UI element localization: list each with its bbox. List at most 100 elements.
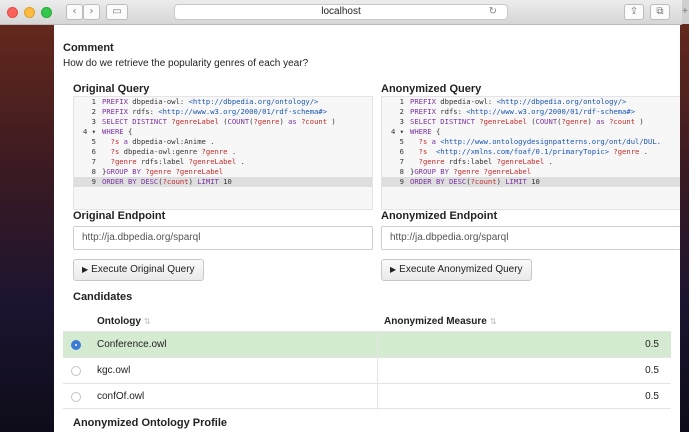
address-bar[interactable]: localhost ↻ [174, 4, 508, 20]
zoom-window-button[interactable] [41, 7, 52, 18]
sort-icon: ⇅ [143, 317, 151, 326]
line-number: 3 [91, 117, 96, 126]
url-text: localhost [321, 6, 361, 17]
line-number: 7 [399, 157, 404, 166]
code-token: WHERE [102, 127, 128, 136]
code-token: <http://xmlns.com/foaf/0.1/primaryTopic> [431, 147, 614, 156]
code-token: ) [327, 117, 336, 126]
page-content: Comment How do we retrieve the popularit… [54, 25, 680, 432]
column-divider [377, 358, 378, 384]
row-radio[interactable] [71, 340, 81, 350]
anonymized-endpoint-input[interactable]: http://ja.dbpedia.org/sparql [381, 226, 680, 250]
anonymized-query-editor[interactable]: 1 PREFIX dbpedia-owl: <http://dbpedia.org… [381, 96, 680, 210]
sidebar-icon[interactable]: ▭ [106, 4, 128, 20]
code-token: ?s [110, 137, 124, 146]
back-icon[interactable]: ‹ [66, 4, 83, 20]
code-line: 8}GROUP BY ?genre ?genreLabel [74, 167, 372, 177]
row-radio[interactable] [71, 366, 81, 376]
code-line: 7 ?genre rdfs:label ?genreLabel . [382, 157, 680, 167]
code-token: . [227, 147, 237, 156]
line-number: 6 [399, 147, 404, 156]
measure-cell: 0.5 [645, 339, 659, 350]
line-number: 9 [399, 177, 404, 186]
column-header-ontology-label: Ontology [97, 316, 141, 327]
comment-heading: Comment [63, 42, 114, 54]
code-token: as [288, 117, 302, 126]
line-number: 6 [91, 147, 96, 156]
code-token: { [127, 127, 133, 136]
close-window-button[interactable] [7, 7, 18, 18]
code-token: ?genre [561, 117, 588, 126]
code-token: a [431, 137, 441, 146]
table-row[interactable]: confOf.owl 0.5 [63, 383, 671, 410]
code-token: ORDER BY [102, 177, 141, 186]
code-token: ORDER BY [410, 177, 449, 186]
tabs-icon[interactable]: ⧉ [650, 4, 670, 20]
reload-icon[interactable]: ↻ [489, 5, 497, 19]
sort-icon: ⇅ [489, 317, 497, 326]
play-icon: ▶ [82, 265, 89, 274]
ontology-cell: confOf.owl [97, 391, 145, 402]
ontology-cell: Conference.owl [97, 339, 167, 350]
table-row[interactable]: kgc.owl 0.5 [63, 357, 671, 384]
line-number: 7 [91, 157, 96, 166]
code-token: <http://dbpedia.org/ontology/> [496, 97, 627, 106]
line-number: 2 [91, 107, 96, 116]
table-row[interactable]: Conference.owl 0.5 [63, 331, 671, 358]
code-token: . [544, 157, 553, 166]
code-token: ) [279, 117, 289, 126]
code-token: 10 [531, 177, 540, 186]
code-token: GROUP BY [106, 167, 146, 176]
line-number: 5 [91, 137, 96, 146]
forward-icon[interactable]: › [83, 4, 100, 20]
code-token: rdfs: [132, 107, 159, 116]
line-number: 1 [399, 97, 404, 106]
line-number: 8 [91, 167, 96, 176]
column-divider [377, 384, 378, 410]
code-token: ?count [301, 117, 328, 126]
table-bottom-divider [63, 408, 671, 409]
column-header-measure[interactable]: Anonymized Measure ⇅ [384, 316, 497, 327]
anonymized-query-title: Anonymized Query [381, 83, 482, 95]
line-number: 3 [399, 117, 404, 126]
code-token: ?genre [253, 117, 280, 126]
line-number: 1 [91, 97, 96, 106]
execute-anonymized-query-button[interactable]: ▶ Execute Anonymized Query [381, 259, 532, 281]
code-token: ) [188, 177, 198, 186]
code-token: LIMIT [197, 177, 224, 186]
code-token: as [596, 117, 610, 126]
share-icon[interactable]: ⇪ [624, 4, 644, 20]
code-line: 9 ORDER BY DESC(?count) LIMIT 10 [74, 177, 372, 187]
code-token: GROUP BY [414, 167, 454, 176]
code-token: . [639, 147, 649, 156]
code-token: <http://www.w3.org/2000/01/rdf-schema#> [158, 107, 328, 116]
new-tab-icon[interactable]: + [682, 0, 689, 24]
measure-cell: 0.5 [645, 365, 659, 376]
code-token: ?genre ?genreLabel [145, 167, 224, 176]
profile-title: Anonymized Ontology Profile [73, 417, 228, 429]
column-header-measure-label: Anonymized Measure [384, 316, 487, 327]
code-token: 10 [223, 177, 232, 186]
column-header-ontology[interactable]: Ontology ⇅ [97, 316, 151, 327]
execute-original-query-button[interactable]: ▶ Execute Original Query [73, 259, 204, 281]
code-line: 8}GROUP BY ?genre ?genreLabel [382, 167, 680, 177]
original-query-editor[interactable]: 1 PREFIX dbpedia-owl: <http://dbpedia.org… [73, 96, 373, 210]
code-token: dbpedia-owl: [440, 97, 497, 106]
line-number: 4 ▾ [391, 127, 404, 136]
code-token: COUNT [535, 117, 558, 126]
code-line: 1 PREFIX dbpedia-owl: <http://dbpedia.org… [74, 97, 372, 107]
browser-toolbar: ‹ › ▭ localhost ↻ ⇪ ⧉ + [0, 0, 689, 25]
code-token: ?count [609, 117, 636, 126]
code-token: ) [496, 177, 506, 186]
code-token: a [123, 137, 133, 146]
code-token: ?genreLabel [188, 157, 237, 166]
row-radio[interactable] [71, 392, 81, 402]
minimize-window-button[interactable] [24, 7, 35, 18]
anonymized-endpoint-title: Anonymized Endpoint [381, 210, 498, 222]
code-line: 4 ▾ WHERE { [74, 127, 372, 137]
original-endpoint-input[interactable]: http://ja.dbpedia.org/sparql [73, 226, 373, 250]
column-divider [377, 332, 378, 358]
